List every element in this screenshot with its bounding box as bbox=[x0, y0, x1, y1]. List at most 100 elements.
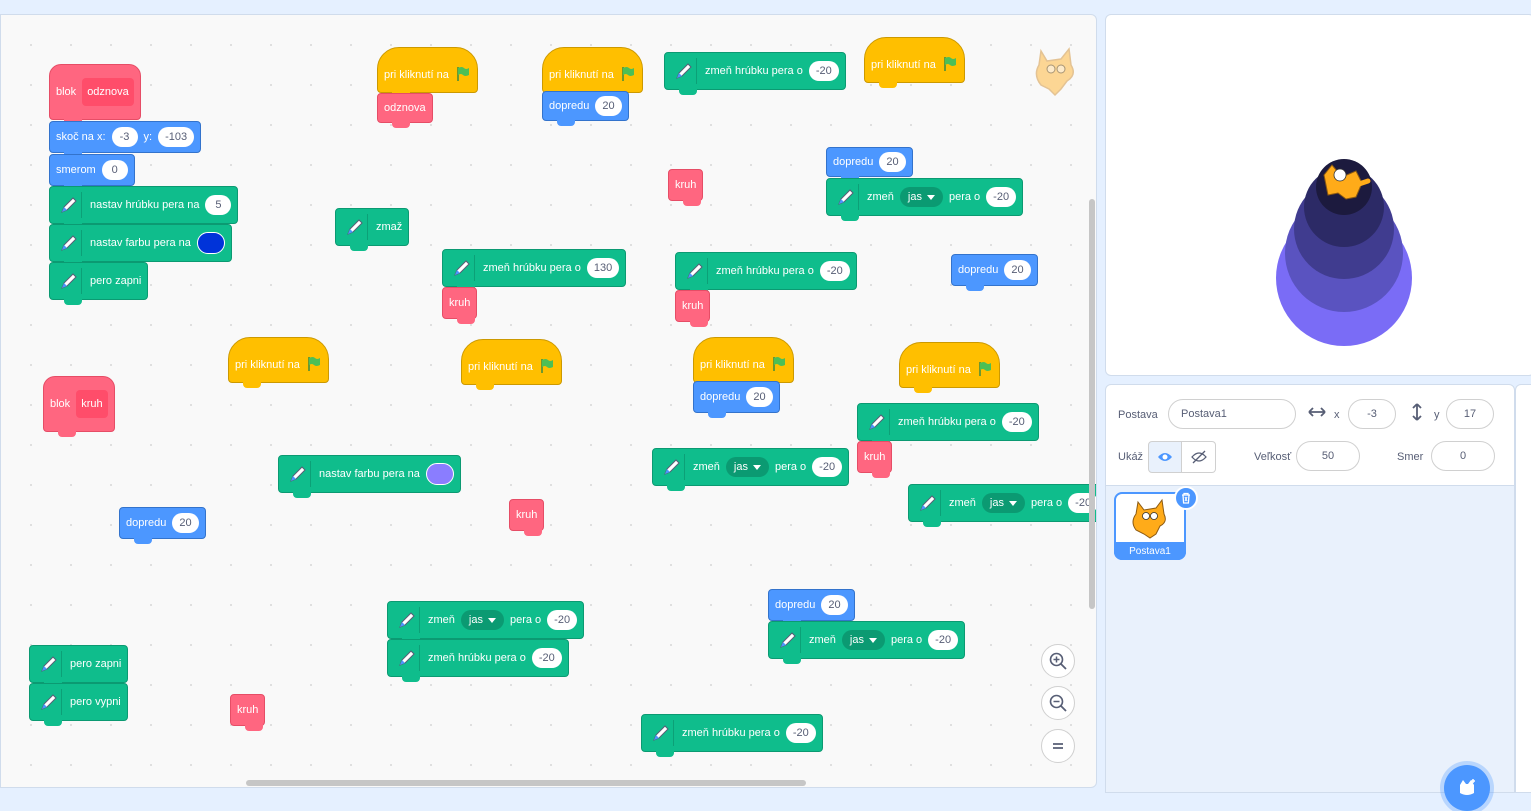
size-input[interactable]: 50 bbox=[1296, 441, 1360, 471]
steps-input[interactable]: 20 bbox=[595, 96, 622, 116]
change-pen-size-input[interactable]: 130 bbox=[586, 258, 620, 278]
pen-icon bbox=[671, 58, 697, 84]
define-arg: odznova bbox=[82, 78, 134, 106]
zoom-reset-button[interactable] bbox=[1041, 729, 1075, 763]
move-steps-label: dopredu bbox=[549, 100, 590, 112]
pen-effect-dropdown[interactable]: jas bbox=[841, 630, 885, 650]
call-kruh-block[interactable]: kruh bbox=[230, 694, 266, 731]
steps-input[interactable]: 20 bbox=[746, 387, 773, 407]
when-flag-block[interactable]: pri kliknutí na bbox=[899, 342, 1000, 393]
change-pen-size-input[interactable]: -20 bbox=[785, 723, 816, 743]
pen-down-block[interactable]: pero zapni bbox=[49, 262, 149, 305]
pen-effect-dropdown[interactable]: jas bbox=[725, 457, 769, 477]
pen-effect-dropdown[interactable]: jas bbox=[460, 610, 504, 630]
change-pen-effect-input[interactable]: -20 bbox=[547, 610, 578, 630]
set-pen-color-block[interactable]: nastav farbu pera na bbox=[49, 224, 232, 267]
change-pen-effect-input[interactable]: -20 bbox=[812, 457, 843, 477]
pen-up-block[interactable]: pero vypni bbox=[29, 683, 128, 726]
move-steps-block[interactable]: dopredu 20 bbox=[826, 147, 913, 182]
sprite-name-input[interactable]: Postava1 bbox=[1168, 399, 1296, 429]
change-pen-effect-block[interactable]: zmeň jas pera o -20 bbox=[768, 621, 966, 664]
call-kruh-block[interactable]: kruh bbox=[675, 290, 711, 327]
move-steps-block[interactable]: dopredu 20 bbox=[542, 91, 629, 126]
when-flag-block[interactable]: pri kliknutí na bbox=[377, 47, 478, 98]
set-pen-color-block[interactable]: nastav farbu pera na bbox=[278, 455, 461, 498]
change-pen-size-input[interactable]: -20 bbox=[808, 61, 839, 81]
change-pen-size-block[interactable]: zmeň hrúbku pera o -20 bbox=[387, 639, 569, 682]
stage-canvas[interactable] bbox=[1105, 14, 1531, 376]
call-odznova-block[interactable]: odznova bbox=[377, 93, 433, 128]
when-flag-block[interactable]: pri kliknutí na bbox=[542, 47, 643, 98]
steps-input[interactable]: 20 bbox=[821, 595, 848, 615]
goto-xy-block[interactable]: skoč na x: -3 y: -103 bbox=[49, 121, 202, 158]
change-pen-size-block[interactable]: zmeň hrúbku pera o -20 bbox=[857, 403, 1039, 446]
pen-icon bbox=[36, 651, 62, 677]
when-flag-block[interactable]: pri kliknutí na bbox=[864, 37, 965, 88]
change-pen-size-input[interactable]: -20 bbox=[819, 261, 850, 281]
steps-input[interactable]: 20 bbox=[172, 513, 199, 533]
direction-input[interactable]: 0 bbox=[1431, 441, 1495, 471]
change-pen-size-block[interactable]: zmeň hrúbku pera o -20 bbox=[664, 52, 846, 95]
set-pen-size-block[interactable]: nastav hrúbku pera na 5 bbox=[49, 186, 239, 229]
delete-sprite-button[interactable] bbox=[1174, 486, 1198, 510]
when-flag-label: pri kliknutí na bbox=[235, 359, 300, 371]
stage-drawing bbox=[1276, 159, 1412, 346]
call-kruh-block[interactable]: kruh bbox=[509, 499, 545, 536]
goto-y-input[interactable]: -103 bbox=[158, 127, 195, 147]
call-kruh-block[interactable]: kruh bbox=[668, 169, 704, 206]
change-pen-size-block[interactable]: zmeň hrúbku pera o -20 bbox=[641, 714, 823, 757]
steps-input[interactable]: 20 bbox=[1004, 260, 1031, 280]
move-steps-block[interactable]: dopredu 20 bbox=[951, 254, 1038, 291]
call-kruh-block[interactable]: kruh bbox=[857, 441, 893, 478]
change-pen-effect-block[interactable]: zmeň jas pera o -20 bbox=[652, 448, 850, 491]
when-flag-label: pri kliknutí na bbox=[468, 361, 533, 373]
change-pen-size-block[interactable]: zmeň hrúbku pera o 130 bbox=[442, 249, 627, 292]
change-pen-effect-block[interactable]: zmeň jas pera o -20 bbox=[387, 601, 585, 644]
change-pen-effect-input[interactable]: -20 bbox=[928, 630, 959, 650]
zoom-in-button[interactable] bbox=[1041, 644, 1075, 678]
change-pen-size-label: zmeň hrúbku pera o bbox=[428, 652, 526, 664]
change-pen-size-label: zmeň hrúbku pera o bbox=[898, 416, 996, 428]
change-pen-effect-label: zmeň bbox=[428, 614, 455, 626]
change-pen-effect-block[interactable]: zmeň jas pera o -20 bbox=[908, 484, 1096, 527]
vertical-scrollbar[interactable] bbox=[1089, 199, 1095, 609]
when-flag-block[interactable]: pri kliknutí na bbox=[461, 339, 562, 390]
set-pen-color-label: nastav farbu pera na bbox=[319, 468, 420, 480]
direction-input[interactable]: 0 bbox=[101, 160, 128, 180]
define-block-odznova[interactable]: blok odznova bbox=[49, 64, 141, 125]
pen-effect-dropdown[interactable]: jas bbox=[899, 187, 943, 207]
sprite-thumbnail[interactable]: Postava1 bbox=[1114, 486, 1198, 560]
change-pen-effect-block[interactable]: zmeň jas pera o -20 bbox=[826, 178, 1024, 221]
pen-icon bbox=[864, 409, 890, 435]
pen-color-swatch[interactable] bbox=[425, 463, 454, 485]
move-steps-block[interactable]: dopredu 20 bbox=[119, 507, 206, 544]
move-steps-block[interactable]: dopredu 20 bbox=[693, 381, 780, 418]
change-pen-effect-label: zmeň bbox=[949, 497, 976, 509]
change-pen-size-block[interactable]: zmeň hrúbku pera o -20 bbox=[675, 252, 857, 295]
call-kruh-block[interactable]: kruh bbox=[442, 287, 478, 324]
clear-block[interactable]: zmaž bbox=[335, 208, 410, 251]
point-direction-block[interactable]: smerom 0 bbox=[49, 154, 135, 191]
zoom-out-button[interactable] bbox=[1041, 686, 1075, 720]
goto-x-input[interactable]: -3 bbox=[111, 127, 138, 147]
change-pen-size-input[interactable]: -20 bbox=[531, 648, 562, 668]
change-pen-effect-input[interactable]: -20 bbox=[986, 187, 1017, 207]
when-flag-block[interactable]: pri kliknutí na bbox=[693, 337, 794, 388]
add-sprite-button[interactable] bbox=[1444, 765, 1490, 811]
define-block-kruh[interactable]: blok kruh bbox=[43, 376, 115, 437]
pen-down-block[interactable]: pero zapni bbox=[29, 645, 129, 688]
script-workspace[interactable]: blok odznova skoč na x: -3 y: -103 smero… bbox=[0, 14, 1097, 788]
pen-size-input[interactable]: 5 bbox=[205, 195, 232, 215]
when-flag-block[interactable]: pri kliknutí na bbox=[228, 337, 329, 388]
steps-input[interactable]: 20 bbox=[879, 152, 906, 172]
pen-effect-dropdown[interactable]: jas bbox=[981, 493, 1025, 513]
horizontal-scrollbar[interactable] bbox=[246, 780, 806, 786]
change-pen-size-input[interactable]: -20 bbox=[1001, 412, 1032, 432]
move-steps-block[interactable]: dopredu 20 bbox=[768, 589, 855, 626]
show-sprite-button[interactable] bbox=[1148, 441, 1182, 473]
pen-color-swatch[interactable] bbox=[196, 232, 225, 254]
hide-sprite-button[interactable] bbox=[1182, 441, 1216, 473]
change-pen-effect-suffix: pera o bbox=[890, 634, 923, 646]
y-input[interactable]: 17 bbox=[1446, 399, 1494, 429]
x-input[interactable]: -3 bbox=[1348, 399, 1396, 429]
